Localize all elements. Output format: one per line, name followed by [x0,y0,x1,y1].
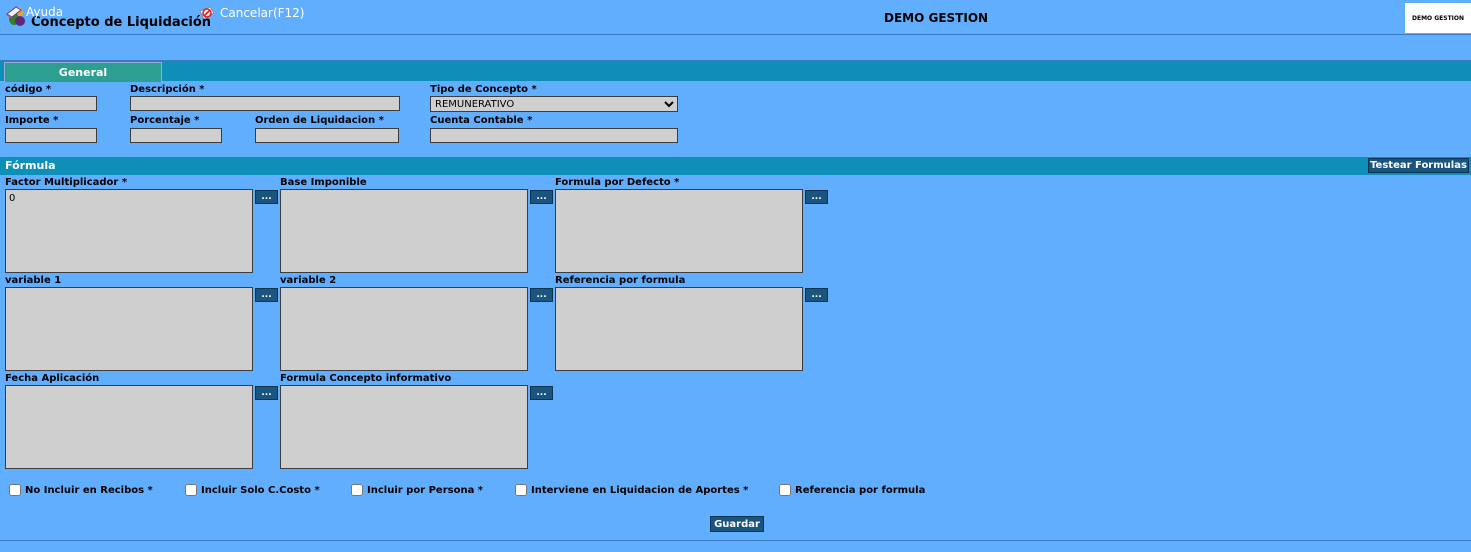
save-button[interactable]: Guardar [710,516,764,532]
test-formulas-button[interactable]: Testear Formulas [1368,158,1469,173]
factor-label: Factor Multiplicador * [5,177,128,188]
codigo-field[interactable] [5,96,97,111]
importe-label: Importe * [5,115,59,126]
referencia-formula-label: Referencia por formula [795,484,926,496]
cancel-icon [199,6,215,20]
orden-label: Orden de Liquidacion * [255,115,384,126]
toolbar [0,35,1471,61]
var2-label: variable 2 [280,275,337,286]
tipo-concepto-select[interactable]: REMUNERATIVO [430,96,678,112]
no-incluir-checkbox[interactable]: No Incluir en Recibos * [9,484,153,496]
tab-general[interactable]: General [4,62,162,82]
por-persona-label: Incluir por Persona * [367,484,484,496]
base-picker-button[interactable]: ... [530,190,553,204]
solo-ccosto-label: Incluir Solo C.Costo * [201,484,320,496]
help-label: Ayuda [26,5,64,19]
defecto-picker-button[interactable]: ... [805,190,828,204]
aportes-checkbox-input[interactable] [515,484,527,496]
base-textarea[interactable] [280,189,528,273]
descripcion-label: Descripción * [130,84,205,95]
cancel-button[interactable]: Cancelar(F12) [198,5,304,21]
var1-textarea[interactable] [5,287,253,371]
cuenta-field[interactable] [430,128,678,143]
tab-strip [0,61,1471,81]
solo-ccosto-checkbox-input[interactable] [185,484,197,496]
company-name: DEMO GESTION [884,11,989,25]
referencia-textarea[interactable] [555,287,803,371]
var2-picker-button[interactable]: ... [530,288,553,302]
por-persona-checkbox[interactable]: Incluir por Persona * [351,484,483,496]
orden-field[interactable] [255,128,399,143]
importe-field[interactable] [5,128,97,143]
no-incluir-label: No Incluir en Recibos * [25,484,153,496]
referencia-formula-checkbox-input[interactable] [779,484,791,496]
cancel-label: Cancelar(F12) [220,6,305,20]
var1-label: variable 1 [5,275,62,286]
var1-picker-button[interactable]: ... [255,288,278,302]
codigo-label: código * [5,84,52,95]
formula-section-bar [0,157,1471,175]
help-button[interactable]: Ayuda [6,5,63,19]
factor-picker-button[interactable]: ... [255,190,278,204]
aportes-label: Interviene en Liquidacion de Aportes * [531,484,749,496]
cuenta-label: Cuenta Contable * [430,115,533,126]
help-book-icon [6,6,22,19]
no-incluir-checkbox-input[interactable] [9,484,21,496]
informativo-textarea[interactable] [280,385,528,469]
bottom-divider [0,540,1471,541]
referencia-picker-button[interactable]: ... [805,288,828,302]
base-label: Base Imponible [280,177,367,188]
referencia-formula-checkbox[interactable]: Referencia por formula [779,484,925,496]
referencia-label: Referencia por formula [555,275,686,286]
fecha-label: Fecha Aplicación [5,373,100,384]
informativo-picker-button[interactable]: ... [530,386,553,400]
defecto-textarea[interactable] [555,189,803,273]
aportes-checkbox[interactable]: Interviene en Liquidacion de Aportes * [515,484,748,496]
defecto-label: Formula por Defecto * [555,177,680,188]
por-persona-checkbox-input[interactable] [351,484,363,496]
formula-section-title: Fórmula [5,159,56,172]
informativo-label: Formula Concepto informativo [280,373,452,384]
porcentaje-label: Porcentaje * [130,115,200,126]
company-logo: DEMO GESTION [1405,3,1471,33]
var2-textarea[interactable] [280,287,528,371]
fecha-picker-button[interactable]: ... [255,386,278,400]
porcentaje-field[interactable] [130,128,222,143]
fecha-textarea[interactable] [5,385,253,469]
factor-textarea[interactable]: 0 [5,189,253,273]
tipo-concepto-label: Tipo de Concepto * [430,84,537,95]
solo-ccosto-checkbox[interactable]: Incluir Solo C.Costo * [185,484,320,496]
descripcion-field[interactable] [130,96,400,111]
